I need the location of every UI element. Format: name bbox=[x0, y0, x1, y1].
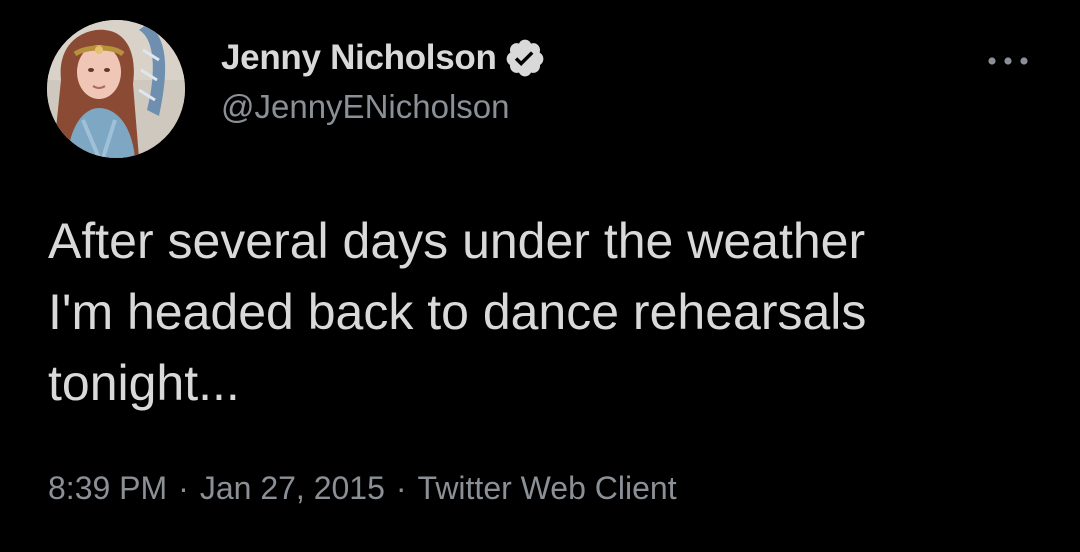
avatar-image bbox=[47, 20, 185, 158]
meta-separator: · bbox=[395, 470, 407, 506]
user-handle[interactable]: @JennyENicholson bbox=[221, 88, 509, 126]
more-options-icon[interactable] bbox=[986, 54, 1030, 68]
display-name[interactable]: Jenny Nicholson bbox=[221, 38, 497, 78]
avatar[interactable] bbox=[47, 20, 185, 158]
tweet-text: After several days under the weather I'm… bbox=[48, 213, 867, 411]
author-name-row[interactable]: Jenny Nicholson bbox=[221, 36, 546, 80]
tweet-date[interactable]: Jan 27, 2015 bbox=[200, 470, 385, 507]
verified-badge-icon bbox=[504, 37, 546, 79]
tweet-client[interactable]: Twitter Web Client bbox=[418, 470, 677, 507]
tweet-meta: 8:39 PM · Jan 27, 2015 · Twitter Web Cli… bbox=[48, 470, 677, 507]
meta-separator: · bbox=[178, 470, 189, 506]
tweet-time[interactable]: 8:39 PM bbox=[48, 470, 167, 507]
tweet-card: Jenny Nicholson @JennyENicholson After s… bbox=[0, 0, 1080, 552]
